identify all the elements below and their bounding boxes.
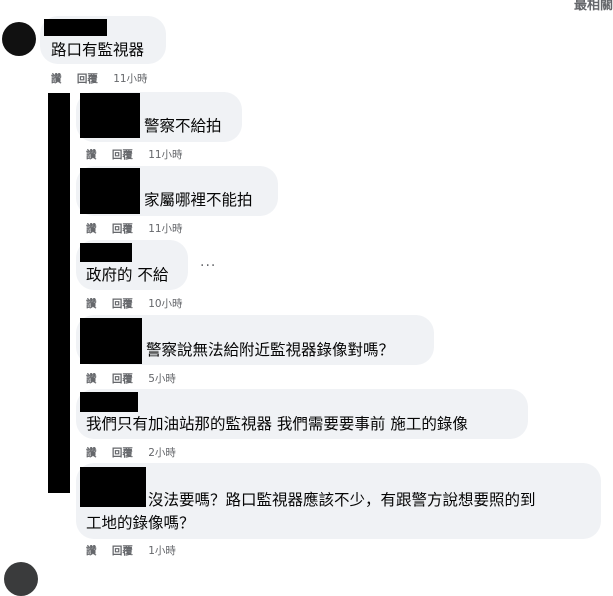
sort-label[interactable]: 最相關 bbox=[574, 0, 613, 13]
timestamp[interactable]: 5小時 bbox=[148, 373, 176, 385]
reply-actions: 讚 回覆 2小時 bbox=[86, 445, 188, 460]
comment-text: 路口有監視器 bbox=[51, 41, 145, 59]
reply-text: 我們只有加油站那的監視器 我們需要要事前 施工的錄像 bbox=[86, 415, 468, 433]
avatar[interactable] bbox=[4, 562, 38, 596]
timestamp[interactable]: 11小時 bbox=[148, 223, 182, 235]
timestamp[interactable]: 1小時 bbox=[148, 545, 176, 557]
timestamp[interactable]: 10小時 bbox=[148, 298, 182, 310]
reply-actions: 讚 回覆 1小時 bbox=[86, 543, 188, 558]
reply-actions: 讚 回覆 5小時 bbox=[86, 371, 188, 386]
reply-text: 家屬哪裡不能拍 bbox=[144, 191, 253, 209]
avatar[interactable] bbox=[2, 22, 36, 56]
like-link[interactable]: 讚 bbox=[86, 223, 97, 235]
like-link[interactable]: 讚 bbox=[86, 373, 97, 385]
reply-text-line1: 沒法要嗎？路口監視器應該不少，有跟警方說想要照的到 bbox=[148, 491, 536, 509]
redacted-username bbox=[80, 392, 138, 412]
reply-text: 政府的 不給 bbox=[86, 266, 169, 284]
comment-actions: 讚 回覆 11小時 bbox=[51, 71, 160, 86]
timestamp[interactable]: 11小時 bbox=[113, 73, 147, 85]
like-link[interactable]: 讚 bbox=[86, 298, 97, 310]
like-link[interactable]: 讚 bbox=[86, 545, 97, 557]
reply-link[interactable]: 回覆 bbox=[112, 223, 133, 235]
redacted-username bbox=[80, 93, 140, 138]
reply-link[interactable]: 回覆 bbox=[112, 447, 133, 459]
like-link[interactable]: 讚 bbox=[86, 149, 97, 161]
timestamp[interactable]: 2小時 bbox=[148, 447, 176, 459]
redacted-username bbox=[80, 243, 132, 262]
redacted-username bbox=[44, 19, 107, 36]
timestamp[interactable]: 11小時 bbox=[148, 149, 182, 161]
reply-link[interactable]: 回覆 bbox=[112, 298, 133, 310]
reply-link[interactable]: 回覆 bbox=[77, 73, 98, 85]
reply-link[interactable]: 回覆 bbox=[112, 149, 133, 161]
reply-link[interactable]: 回覆 bbox=[112, 373, 133, 385]
reply-actions: 讚 回覆 11小時 bbox=[86, 147, 195, 162]
redacted-thread-bar bbox=[48, 93, 70, 493]
more-options-button[interactable]: ··· bbox=[200, 258, 216, 274]
reply-actions: 讚 回覆 11小時 bbox=[86, 221, 195, 236]
reply-text-line2: 工地的錄像嗎？ bbox=[86, 514, 195, 532]
redacted-username bbox=[80, 467, 146, 507]
redacted-username bbox=[80, 318, 142, 364]
reply-text: 警察不給拍 bbox=[144, 117, 222, 135]
reply-link[interactable]: 回覆 bbox=[112, 545, 133, 557]
like-link[interactable]: 讚 bbox=[86, 447, 97, 459]
reply-actions: 讚 回覆 10小時 bbox=[86, 296, 195, 311]
reply-text: 警察說無法給附近監視器錄像對嗎？ bbox=[146, 341, 395, 359]
redacted-username bbox=[80, 168, 140, 214]
like-link[interactable]: 讚 bbox=[51, 73, 62, 85]
